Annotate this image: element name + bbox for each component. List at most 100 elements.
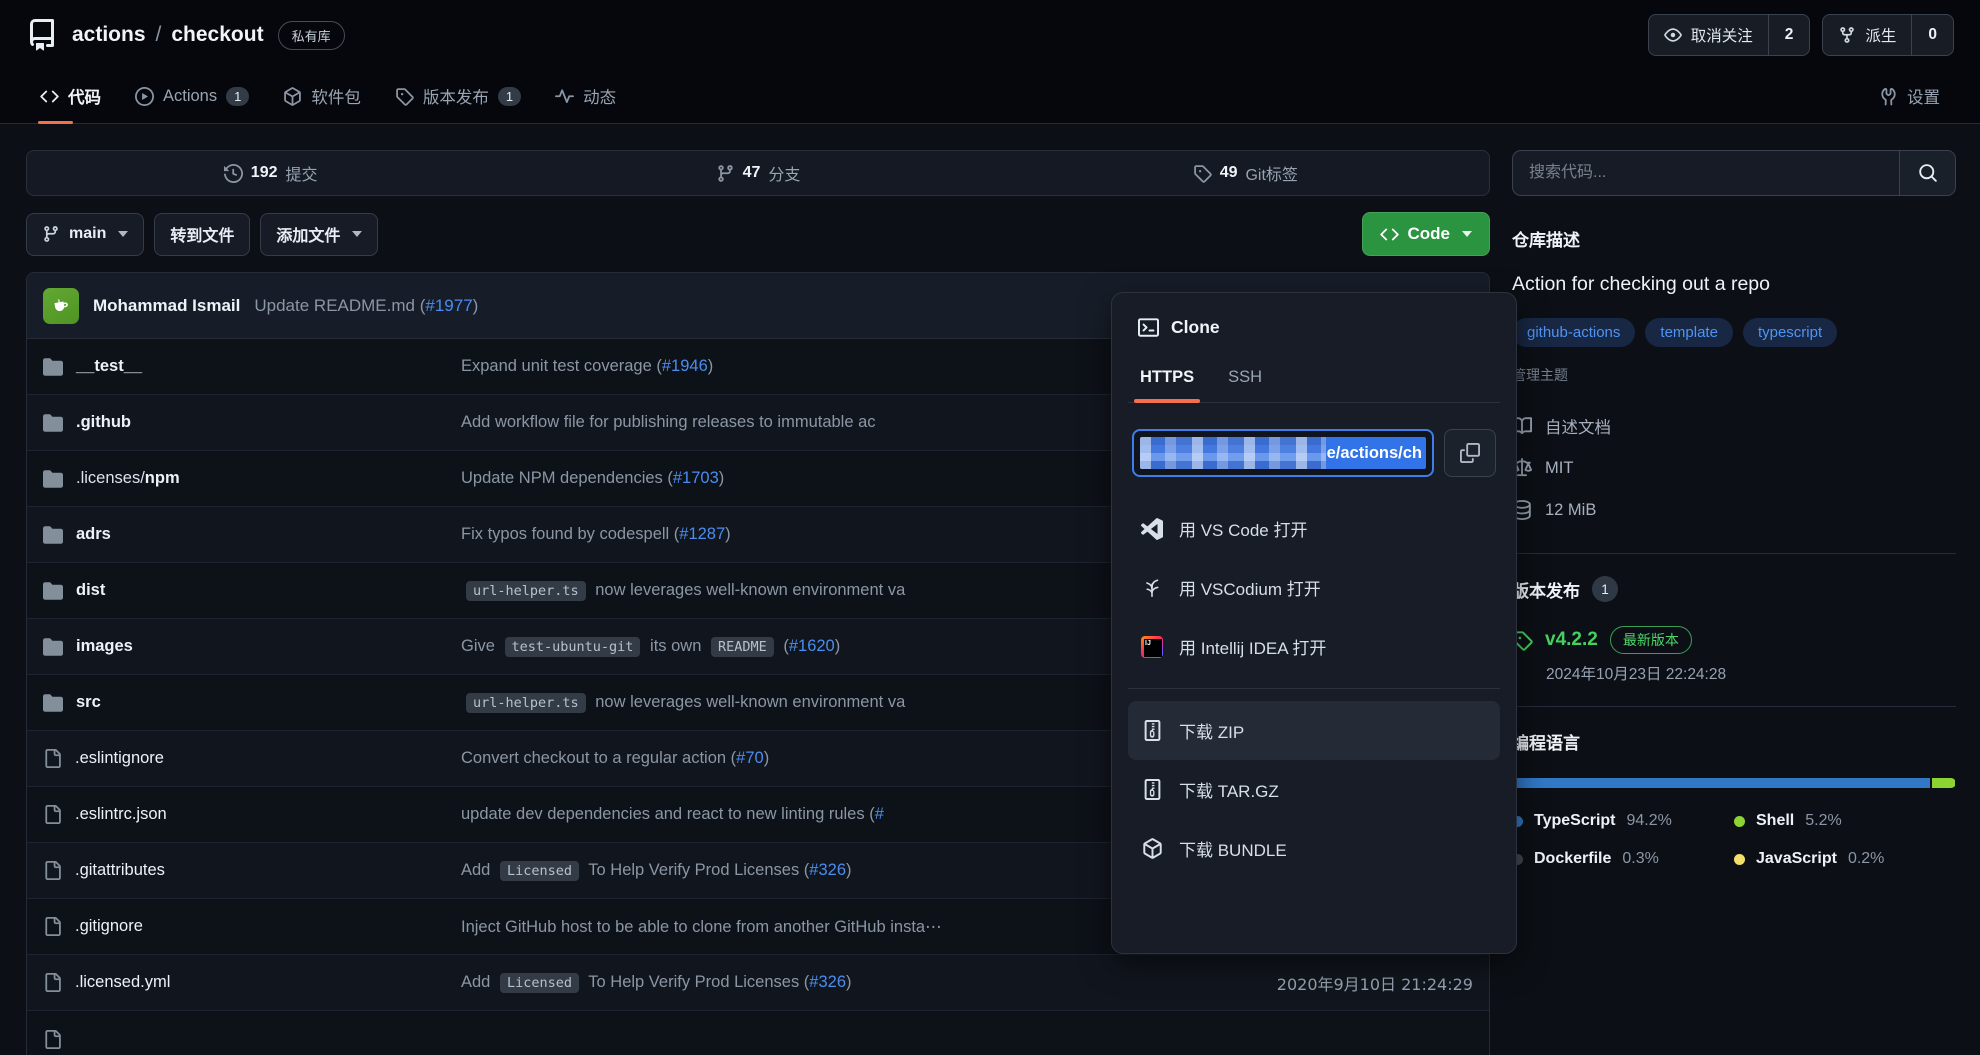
issue-link[interactable]: # xyxy=(875,805,884,824)
undefined-用-vs-code-打开[interactable]: 用 VS Code 打开 xyxy=(1128,499,1500,558)
undefined-用-intellij-idea-打开[interactable]: 用 Intellij IDEA 打开 xyxy=(1128,617,1500,676)
branch-selector[interactable]: main xyxy=(26,213,144,256)
message-text: To Help Verify Prod Licenses ( xyxy=(584,973,809,992)
undefined-用-vscodium-打开[interactable]: 用 VSCodium 打开 xyxy=(1128,558,1500,617)
meta-law[interactable]: MIT xyxy=(1512,447,1956,489)
file-name-link[interactable]: .licenses/npm xyxy=(76,469,180,488)
file-name-link[interactable]: __test__ xyxy=(76,357,142,376)
message-text: ) xyxy=(708,357,714,376)
issue-link[interactable]: #1703 xyxy=(673,469,719,488)
unwatch-button[interactable]: 取消关注 xyxy=(1649,15,1768,55)
copy-url-button[interactable] xyxy=(1444,429,1496,477)
tags-stat[interactable]: 49 Git标签 xyxy=(1002,151,1489,195)
topic-typescript[interactable]: typescript xyxy=(1743,318,1837,347)
code-button-label: Code xyxy=(1408,224,1451,244)
topic-github-actions[interactable]: github-actions xyxy=(1512,318,1635,347)
language-typescript[interactable]: TypeScript94.2% xyxy=(1512,812,1734,830)
tab-ssh[interactable]: SSH xyxy=(1226,360,1264,402)
forks-count[interactable]: 0 xyxy=(1911,15,1953,55)
language-bar xyxy=(1512,778,1956,788)
code-download-button[interactable]: Code xyxy=(1362,212,1491,256)
manage-topics-link[interactable]: 管理主题 xyxy=(1512,365,1956,385)
repo-name-link[interactable]: checkout xyxy=(171,23,263,47)
message-text: ) xyxy=(835,637,841,656)
issue-link[interactable]: #70 xyxy=(736,749,764,768)
file-name-link[interactable]: .licensed.yml xyxy=(75,973,170,992)
tab-https[interactable]: HTTPS xyxy=(1138,360,1196,402)
file-name-link[interactable]: .gitignore xyxy=(75,917,143,936)
chevron-down-icon xyxy=(1462,231,1472,237)
menu-item-label: 下载 ZIP xyxy=(1179,718,1244,743)
tab-activity[interactable]: 动态 xyxy=(541,72,630,123)
issue-link[interactable]: #1620 xyxy=(789,637,835,656)
issue-link[interactable]: #1287 xyxy=(679,525,725,544)
play-icon xyxy=(135,87,154,106)
file-icon xyxy=(43,749,62,768)
folder-icon xyxy=(43,693,63,713)
tab-packages[interactable]: 软件包 xyxy=(269,72,375,123)
language-javascript[interactable]: JavaScript0.2% xyxy=(1734,850,1956,868)
fork-button[interactable]: 派生 xyxy=(1823,15,1911,55)
repo-owner-link[interactable]: actions xyxy=(72,23,146,47)
vscodium-icon xyxy=(1140,577,1164,599)
undefined-下载-tar.gz[interactable]: 下载 TAR.GZ xyxy=(1128,760,1500,819)
pulse-icon xyxy=(555,87,574,106)
folder-icon xyxy=(43,469,63,489)
tab-code-label: 代码 xyxy=(68,84,101,108)
search-input[interactable] xyxy=(1513,151,1899,195)
visibility-badge: 私有库 xyxy=(278,21,345,50)
tab-releases-label: 版本发布 xyxy=(423,84,489,108)
chevron-down-icon xyxy=(352,231,362,237)
tab-releases[interactable]: 版本发布 1 xyxy=(381,72,535,123)
message-text: Add workflow file for publishing release… xyxy=(461,413,876,432)
message-text: To Help Verify Prod Licenses ( xyxy=(584,861,809,880)
file-name-link[interactable]: .github xyxy=(76,413,131,432)
language-name: Shell xyxy=(1756,812,1794,830)
undefined-下载-zip[interactable]: 下载 ZIP xyxy=(1128,701,1500,760)
file-name-link[interactable]: .eslintrc.json xyxy=(75,805,167,824)
censored-url-segment xyxy=(1140,437,1326,469)
commit-author[interactable]: Mohammad Ismail xyxy=(93,296,240,316)
file-name-link[interactable]: dist xyxy=(76,581,105,600)
file-name-link[interactable]: .gitattributes xyxy=(75,861,165,880)
search-button[interactable] xyxy=(1899,151,1955,195)
commits-stat[interactable]: 192 提交 xyxy=(27,151,514,195)
language-name: JavaScript xyxy=(1756,850,1837,868)
file-name-link[interactable]: src xyxy=(76,693,101,712)
tab-actions[interactable]: Actions 1 xyxy=(121,72,263,123)
issue-link[interactable]: #326 xyxy=(809,861,846,880)
issue-link[interactable]: #1977 xyxy=(425,296,472,315)
tab-settings[interactable]: 设置 xyxy=(1865,72,1954,123)
clone-protocol-tabs: HTTPS SSH xyxy=(1128,360,1500,403)
file-name-link[interactable]: .eslintignore xyxy=(75,749,164,768)
branches-stat[interactable]: 47 分支 xyxy=(514,151,1001,195)
goto-file-button[interactable]: 转到文件 xyxy=(154,213,250,256)
meta-database[interactable]: 12 MiB xyxy=(1512,489,1956,531)
clone-url-input[interactable]: e/actions/ch xyxy=(1132,429,1434,477)
add-file-button[interactable]: 添加文件 xyxy=(260,213,378,256)
release-version-link[interactable]: v4.2.2 xyxy=(1545,629,1598,651)
language-shell[interactable]: Shell 5.2% xyxy=(1734,812,1956,830)
language-percent: 5.2% xyxy=(1805,812,1841,830)
breadcrumb-separator: / xyxy=(156,23,162,47)
file-name-link[interactable]: images xyxy=(76,637,133,656)
issue-link[interactable]: #1946 xyxy=(662,357,708,376)
topic-template[interactable]: template xyxy=(1645,318,1733,347)
file-name-link[interactable]: adrs xyxy=(76,525,111,544)
language-dot xyxy=(1734,854,1745,865)
language-dockerfile[interactable]: Dockerfile0.3% xyxy=(1512,850,1734,868)
language-percent: 94.2% xyxy=(1627,812,1672,830)
fork-button-group: 派生 0 xyxy=(1822,14,1954,56)
watchers-count[interactable]: 2 xyxy=(1768,15,1810,55)
meta-book[interactable]: 自述文档 xyxy=(1512,405,1956,447)
fork-label: 派生 xyxy=(1865,24,1896,46)
message-text: Add xyxy=(461,973,495,992)
avatar[interactable] xyxy=(43,288,79,324)
terminal-icon xyxy=(1138,317,1159,338)
undefined-下载-bundle[interactable]: 下载 BUNDLE xyxy=(1128,819,1500,878)
folder-icon xyxy=(43,581,63,601)
issue-link[interactable]: #326 xyxy=(809,973,846,992)
branch-icon xyxy=(42,225,60,243)
languages-heading: 编程语言 xyxy=(1512,729,1956,754)
tab-code[interactable]: 代码 xyxy=(26,72,115,123)
